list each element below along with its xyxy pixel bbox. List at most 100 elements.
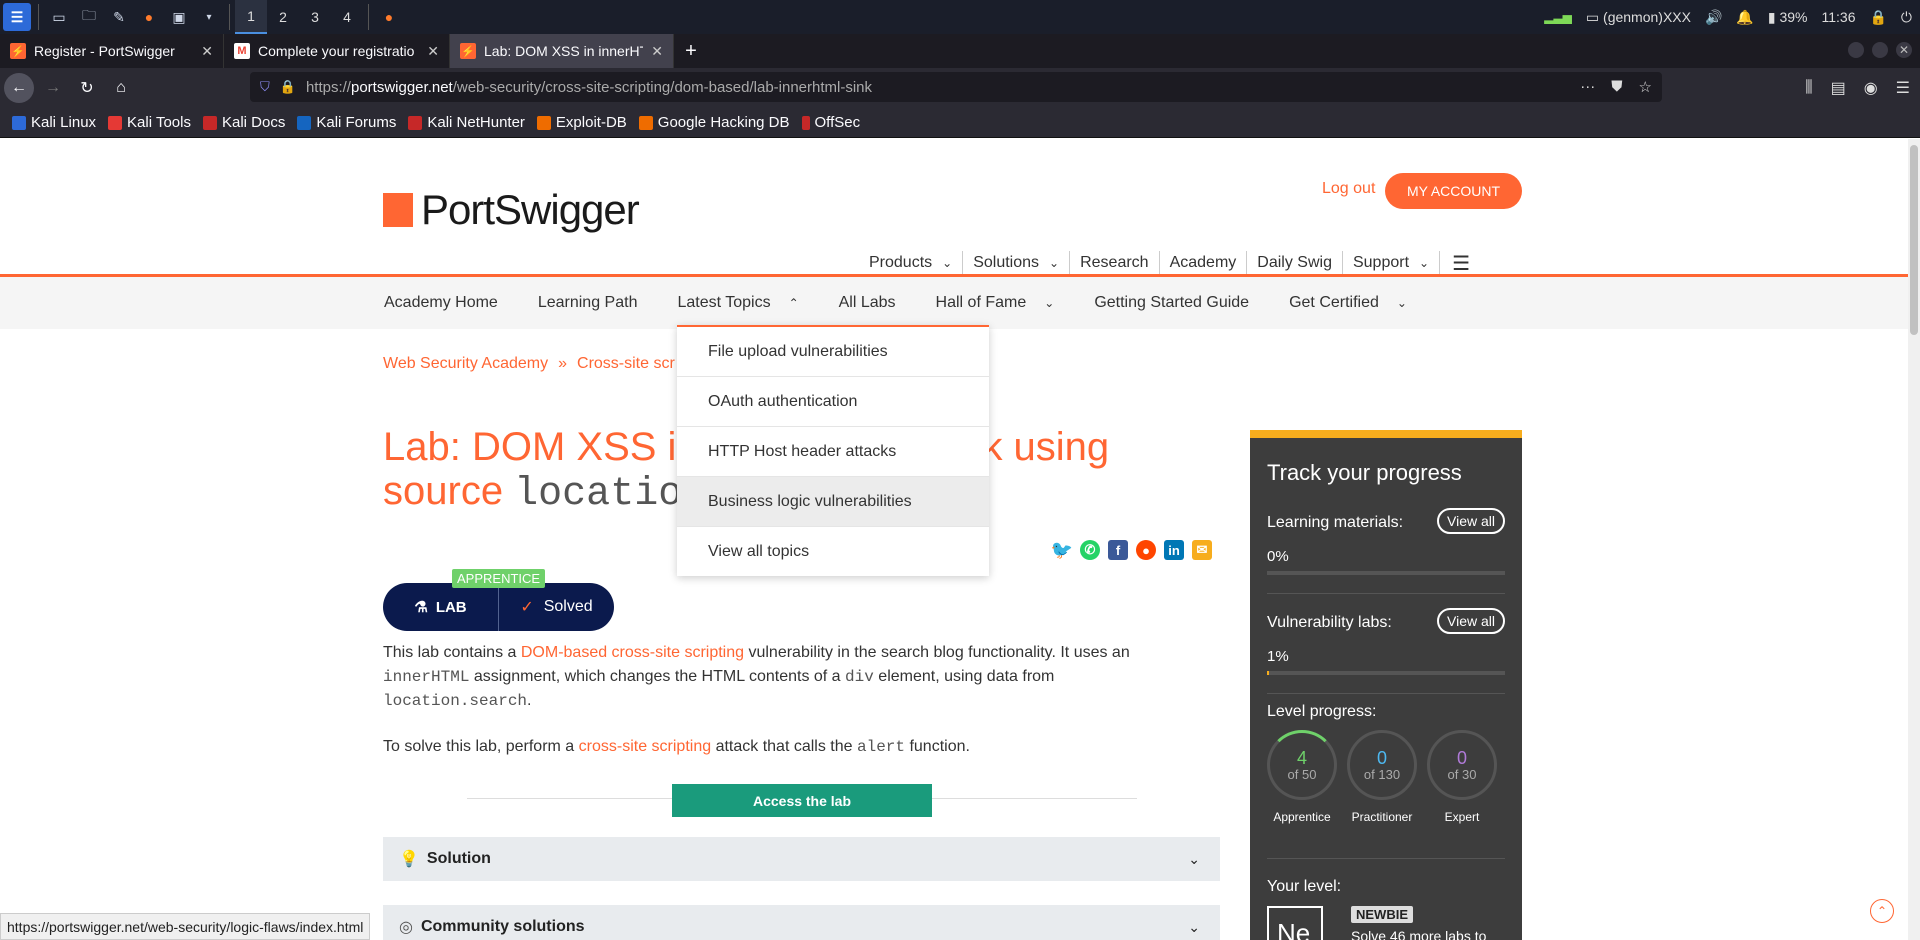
bookmark-google-hacking-db[interactable]: Google Hacking DB (638, 114, 790, 131)
dom-xss-link[interactable]: DOM-based cross-site scripting (521, 644, 744, 661)
reload-button[interactable]: ↻ (72, 73, 102, 103)
menu-icon[interactable]: ☰ (1896, 78, 1910, 98)
lock-icon[interactable]: 🔒 (1869, 9, 1886, 26)
forward-button[interactable]: → (38, 73, 68, 103)
subnav-latest-topics[interactable]: Latest Topics ⌃ (677, 294, 798, 312)
whatsapp-icon[interactable]: ✆ (1080, 540, 1100, 560)
more-actions-icon[interactable]: ··· (1580, 78, 1595, 96)
home-button[interactable]: ⌂ (106, 73, 136, 103)
sidebar-icon[interactable]: ▤ (1831, 78, 1846, 98)
topic-business-logic[interactable]: Business logic vulnerabilities (677, 477, 989, 527)
ring-circle: 4 of 50 (1267, 730, 1337, 800)
close-window-icon[interactable]: ✕ (1896, 42, 1912, 58)
close-icon[interactable]: ✕ (651, 43, 663, 60)
file-manager-icon[interactable]: 🗀 (76, 4, 102, 30)
lock-icon[interactable]: 🔒 (280, 79, 296, 95)
text-editor-icon[interactable]: ✎ (106, 4, 132, 30)
bookmark-kali-linux[interactable]: Kali Linux (12, 114, 96, 131)
subnav-getting-started[interactable]: Getting Started Guide (1094, 294, 1249, 312)
email-icon[interactable]: ✉ (1192, 540, 1212, 560)
clock[interactable]: 11:36 (1821, 9, 1855, 25)
nav-support[interactable]: Support ⌄ (1343, 251, 1441, 275)
bookmark-exploit-db[interactable]: Exploit-DB (536, 114, 627, 131)
subnav-all-labs[interactable]: All Labs (839, 294, 896, 312)
workspace-1[interactable]: 1 (235, 0, 267, 34)
bookmark-star-icon[interactable]: ☆ (1639, 78, 1652, 96)
view-all-labs-button[interactable]: View all (1437, 608, 1505, 634)
firefox-window-icon[interactable]: ● (376, 4, 402, 30)
topic-host-header[interactable]: HTTP Host header attacks (677, 427, 989, 477)
scrollbar-thumb[interactable] (1910, 145, 1918, 335)
solution-accordion[interactable]: 💡 Solution ⌄ (383, 837, 1220, 881)
topic-oauth[interactable]: OAuth authentication (677, 377, 989, 427)
maximize-icon[interactable] (1872, 42, 1888, 58)
terminal-icon[interactable]: ▣ (166, 4, 192, 30)
subnav-learning-path[interactable]: Learning Path (538, 294, 638, 312)
flask-icon: ⚗ (414, 599, 428, 616)
back-button[interactable]: ← (4, 73, 34, 103)
view-all-learning-button[interactable]: View all (1437, 508, 1505, 534)
os-taskbar: ☰ ▭ 🗀 ✎ ● ▣ ▾ 1 2 3 4 ● ▂▃▅ ▭ (genmon)XX… (0, 0, 1920, 34)
nav-daily-swig[interactable]: Daily Swig (1247, 251, 1343, 275)
url-bar[interactable]: ⛉ 🔒 https://portswigger.net/web-security… (250, 72, 1662, 102)
breadcrumb-academy[interactable]: Web Security Academy (383, 355, 548, 373)
breadcrumb-separator-icon: » (558, 355, 568, 372)
battery-indicator[interactable]: ▮ 39% (1768, 9, 1808, 26)
bookmark-kali-tools[interactable]: Kali Tools (108, 114, 191, 131)
topic-view-all[interactable]: View all topics (677, 527, 989, 577)
chevron-down-icon[interactable]: ▾ (196, 4, 222, 30)
access-lab-button[interactable]: Access the lab (672, 784, 932, 817)
level-box: Ne (1267, 906, 1323, 940)
nav-solutions[interactable]: Solutions ⌄ (963, 251, 1071, 275)
linkedin-icon[interactable]: in (1164, 540, 1184, 560)
my-account-button[interactable]: MY ACCOUNT (1385, 173, 1522, 209)
close-icon[interactable]: ✕ (201, 43, 213, 60)
scroll-to-top-icon[interactable]: ⌃ (1870, 899, 1894, 923)
portswigger-logo[interactable]: PortSwigger (383, 186, 640, 234)
topic-file-upload[interactable]: File upload vulnerabilities (677, 327, 989, 377)
bookmark-kali-forums[interactable]: Kali Forums (297, 114, 396, 131)
shield-icon[interactable]: ⛉ (260, 79, 270, 95)
window-controls: ✕ (1848, 42, 1912, 58)
bookmark-offsec[interactable]: OffSec (801, 114, 860, 131)
logout-link[interactable]: Log out (1322, 180, 1375, 198)
notification-bell-icon[interactable]: 🔔 (1736, 9, 1753, 26)
workspace-3[interactable]: 3 (299, 0, 331, 34)
desktop-icon[interactable]: ▭ (46, 4, 72, 30)
new-tab-button[interactable]: + (674, 34, 708, 68)
tab-lab[interactable]: ⚡ Lab: DOM XSS in innerHT ✕ (450, 34, 674, 68)
pocket-icon[interactable]: ⛊ (1611, 78, 1622, 96)
close-icon[interactable]: ✕ (427, 43, 439, 60)
reddit-icon[interactable]: ● (1136, 540, 1156, 560)
xss-link[interactable]: cross-site scripting (579, 738, 711, 755)
subnav-academy-home[interactable]: Academy Home (384, 294, 498, 312)
community-icon: ◎ (399, 919, 413, 936)
bookmark-kali-nethunter[interactable]: Kali NetHunter (408, 114, 525, 131)
nav-products[interactable]: Products ⌄ (859, 251, 964, 275)
community-solutions-accordion[interactable]: ◎ Community solutions ⌄ (383, 905, 1220, 940)
tab-gmail[interactable]: M Complete your registratio ✕ (224, 34, 450, 68)
library-icon[interactable]: ⫼ (1805, 79, 1812, 97)
workspace-4[interactable]: 4 (331, 0, 363, 34)
minimize-icon[interactable] (1848, 42, 1864, 58)
url-text[interactable]: https://portswigger.net/web-security/cro… (306, 79, 872, 96)
nav-academy[interactable]: Academy (1160, 251, 1248, 275)
firefox-icon[interactable]: ● (136, 4, 162, 30)
chevron-down-icon: ⌄ (1044, 296, 1055, 310)
hamburger-menu-icon[interactable]: ☰ (1452, 251, 1470, 276)
account-icon[interactable]: ◉ (1864, 78, 1878, 98)
twitter-icon[interactable]: 🐦 (1051, 540, 1073, 560)
volume-icon[interactable]: 🔊 (1705, 9, 1722, 26)
breadcrumb-xss[interactable]: Cross-site scr (577, 355, 675, 373)
gmail-favicon-icon: M (234, 43, 250, 59)
tab-register[interactable]: ⚡ Register - PortSwigger ✕ (0, 34, 224, 68)
subnav-hall-of-fame[interactable]: Hall of Fame ⌄ (936, 294, 1055, 312)
power-icon[interactable]: ⏻ (1901, 9, 1912, 26)
kali-menu-icon[interactable]: ☰ (3, 3, 31, 31)
page-scrollbar[interactable] (1908, 139, 1920, 940)
bookmark-kali-docs[interactable]: Kali Docs (202, 114, 285, 131)
workspace-2[interactable]: 2 (267, 0, 299, 34)
facebook-icon[interactable]: f (1108, 540, 1128, 560)
nav-research[interactable]: Research (1070, 251, 1160, 275)
subnav-get-certified[interactable]: Get Certified ⌄ (1289, 294, 1407, 312)
